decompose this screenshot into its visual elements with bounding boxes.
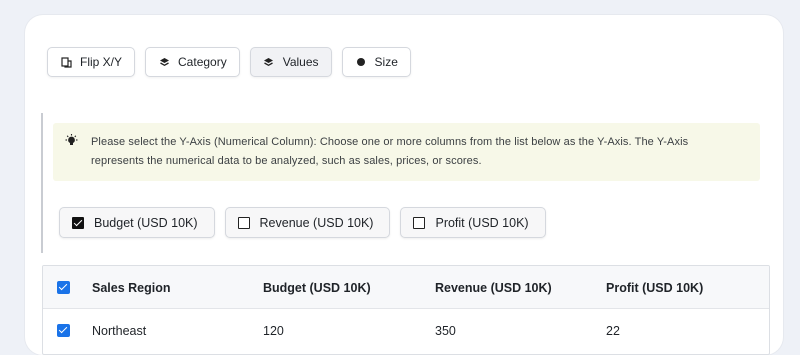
flip-xy-label: Flip X/Y: [80, 55, 123, 69]
column-header[interactable]: Sales Region: [92, 266, 171, 309]
y-axis-options: Budget (USD 10K) Revenue (USD 10K) Profi…: [59, 207, 546, 238]
section-divider: [41, 113, 43, 253]
table-header: Sales Region Budget (USD 10K) Revenue (U…: [43, 266, 769, 309]
row-checkbox[interactable]: [57, 324, 70, 337]
chart-config-card: Flip X/Y Category Values Size Please sel…: [25, 15, 783, 355]
flip-xy-button[interactable]: Flip X/Y: [47, 47, 136, 77]
select-all-cell[interactable]: [57, 266, 70, 309]
data-table: Sales Region Budget (USD 10K) Revenue (U…: [42, 265, 770, 355]
select-all-checkbox[interactable]: [57, 281, 70, 294]
option-label: Budget (USD 10K): [94, 215, 198, 230]
size-label: Size: [374, 55, 398, 69]
checkbox[interactable]: [72, 216, 84, 229]
table-cell: 120: [263, 323, 284, 338]
notice-text: Please select the Y-Axis (Numerical Colu…: [91, 136, 689, 167]
y-axis-notice: Please select the Y-Axis (Numerical Colu…: [53, 123, 760, 181]
checkbox[interactable]: [237, 216, 250, 229]
option-label: Revenue (USD 10K): [259, 215, 374, 230]
flip-icon: [60, 56, 72, 68]
table-cell: 350: [435, 323, 456, 338]
table-row: Northeast 120 350 22: [43, 309, 769, 352]
axis-toolbar: Flip X/Y Category Values Size: [47, 47, 411, 77]
option-budget[interactable]: Budget (USD 10K): [59, 207, 215, 238]
dot-icon: [355, 56, 367, 68]
category-label: Category: [178, 55, 227, 69]
option-revenue[interactable]: Revenue (USD 10K): [224, 207, 391, 238]
size-button[interactable]: Size: [341, 47, 411, 77]
option-profit[interactable]: Profit (USD 10K): [400, 207, 546, 238]
values-label: Values: [282, 55, 319, 69]
column-header[interactable]: Revenue (USD 10K): [435, 266, 552, 309]
table-cell: Northeast: [92, 323, 147, 338]
layers-icon: [263, 56, 275, 68]
option-label: Profit (USD 10K): [435, 215, 529, 230]
lightbulb-icon: [65, 134, 79, 181]
table-cell: 22: [606, 323, 620, 338]
checkbox[interactable]: [413, 216, 426, 229]
row-select-cell[interactable]: [57, 309, 70, 352]
column-header[interactable]: Budget (USD 10K): [263, 266, 371, 309]
column-header[interactable]: Profit (USD 10K): [606, 266, 703, 309]
category-button[interactable]: Category: [145, 47, 240, 77]
layers-icon: [158, 56, 170, 68]
values-button[interactable]: Values: [249, 47, 332, 77]
